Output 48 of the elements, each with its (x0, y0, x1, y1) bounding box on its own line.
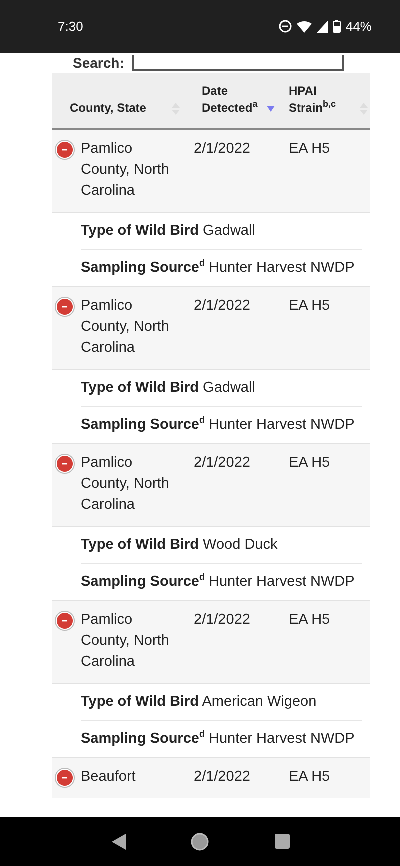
field-value: Hunter Harvest NWDP (208, 731, 355, 747)
search-field[interactable] (132, 55, 344, 71)
field-label: Sampling Source$^{d}$ (81, 260, 205, 276)
table-cell: 2/1/2022 (194, 141, 250, 157)
field-label: Type of Wild Bird (81, 694, 200, 710)
field-label: Sampling Source$^{d}$ (81, 731, 205, 747)
battery-percent: 44% (346, 19, 372, 34)
field-value: Wood Duck (203, 537, 278, 553)
table-cell: 2/1/2022 (194, 455, 250, 471)
field-value: American Wigeon (202, 694, 317, 710)
table-cell: 2/1/2022 (194, 612, 250, 628)
field-label: Sampling Source$^{d}$ (81, 574, 205, 590)
collapse-icon[interactable] (55, 611, 75, 631)
table-cell: EA H5 (289, 141, 330, 157)
signal-icon (316, 20, 328, 32)
wifi-icon (296, 20, 312, 32)
field-value: Gadwall (203, 223, 256, 239)
table-cell: EA H5 (289, 769, 330, 785)
field-value: Hunter Harvest NWDP (208, 574, 355, 590)
column-header[interactable]: County, State (70, 100, 146, 117)
table-cell: EA H5 (289, 455, 330, 471)
table-cell: 2/1/2022 (194, 298, 250, 314)
home-icon[interactable] (190, 832, 210, 852)
table-cell-text: Pamlico County, North Carolina (81, 297, 170, 358)
field-value: Hunter Harvest NWDP (208, 417, 355, 433)
field-value: Gadwall (203, 380, 256, 396)
battery-icon (332, 20, 341, 33)
collapse-icon[interactable] (55, 768, 75, 788)
field-label: Type of Wild Bird (81, 223, 200, 239)
collapse-icon[interactable] (55, 454, 75, 474)
field-label: Type of Wild Bird (81, 380, 200, 396)
table-cell-text: Beaufort (81, 768, 137, 787)
field-label: Sampling Source$^{d}$ (81, 417, 205, 433)
status-time: 7:30 (58, 19, 84, 34)
back-icon[interactable] (112, 834, 126, 850)
field-value: Hunter Harvest NWDP (208, 260, 355, 276)
table-cell-text: Pamlico County, North Carolina (81, 454, 170, 515)
table-cell: EA H5 (289, 612, 330, 628)
field-label: Type of Wild Bird (81, 537, 200, 553)
table-cell-text: Pamlico County, North Carolina (81, 611, 170, 672)
recents-icon[interactable] (274, 834, 290, 849)
collapse-icon[interactable] (55, 297, 75, 317)
do-not-disturb-icon (278, 20, 292, 33)
table-cell-text: Pamlico County, North Carolina (81, 140, 170, 201)
search-label: Search: (73, 55, 124, 71)
table-cell: EA H5 (289, 298, 330, 314)
collapse-icon[interactable] (55, 140, 75, 160)
table-cell: 2/1/2022 (194, 769, 250, 785)
